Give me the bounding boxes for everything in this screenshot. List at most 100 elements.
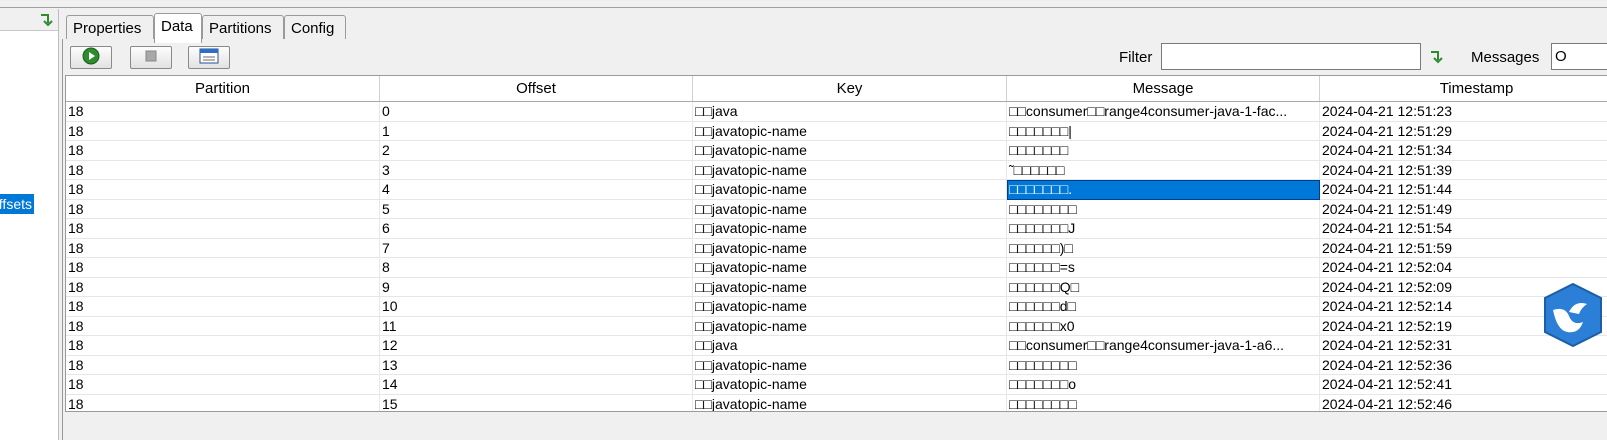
cell-message[interactable]: □□□□□□□o xyxy=(1007,375,1320,395)
cell-key[interactable]: □□javatopic-name xyxy=(693,219,1007,239)
cell-message[interactable]: □□□□□□□. xyxy=(1007,180,1320,200)
cell-key[interactable]: □□javatopic-name xyxy=(693,141,1007,161)
tab-config[interactable]: Config xyxy=(284,15,346,41)
cell-timestamp[interactable]: 2024-04-21 12:51:49 xyxy=(1320,200,1607,220)
cell-partition[interactable]: 18 xyxy=(66,277,380,297)
cell-offset[interactable]: 0 xyxy=(380,102,693,122)
table-row[interactable]: 18 5 □□javatopic-name □□□□□□□□ 2024-04-21 12… xyxy=(66,199,1607,220)
table-row[interactable]: 18 4 □□javatopic-name □□□□□□□. 2024-04-21 12… xyxy=(66,180,1607,200)
cell-offset[interactable]: 11 xyxy=(380,316,693,336)
cell-partition[interactable]: 18 xyxy=(66,199,380,219)
cell-partition[interactable]: 18 xyxy=(66,258,380,278)
table-row[interactable]: 18 15 □□javatopic-name □□□□□□□□ 2024-04-21 1… xyxy=(66,394,1607,412)
cell-timestamp[interactable]: 2024-04-21 12:51:29 xyxy=(1320,122,1607,142)
cell-message[interactable]: □□□□□□d□ xyxy=(1007,297,1320,317)
cell-offset[interactable]: 5 xyxy=(380,199,693,219)
cell-offset[interactable]: 6 xyxy=(380,219,693,239)
table-row[interactable]: 18 3 □□javatopic-name ˜□□□□□□ 2024-04-21 12:… xyxy=(66,160,1607,181)
cell-key[interactable]: □□javatopic-name xyxy=(693,277,1007,297)
table-row[interactable]: 18 7 □□javatopic-name □□□□□□)□ 2024-04-21 12… xyxy=(66,238,1607,259)
cell-message[interactable]: □□□□□□□ xyxy=(1007,141,1320,161)
cell-key[interactable]: □□javatopic-name xyxy=(693,297,1007,317)
cell-offset[interactable]: 1 xyxy=(380,121,693,141)
start-button[interactable] xyxy=(70,46,112,69)
cell-timestamp[interactable]: 2024-04-21 12:52:46 xyxy=(1320,395,1607,412)
tree-item-offsets[interactable]: Offsets xyxy=(0,194,34,214)
cell-key[interactable]: □□javatopic-name xyxy=(693,375,1007,395)
stop-button[interactable] xyxy=(130,46,172,69)
cell-key[interactable]: □□javatopic-name xyxy=(693,258,1007,278)
view-window-button[interactable] xyxy=(188,46,230,69)
refresh-arrow-icon[interactable] xyxy=(38,12,54,28)
cell-partition[interactable]: 18 xyxy=(66,102,380,122)
table-row[interactable]: 18 13 □□javatopic-name □□□□□□□□ 2024-04-21 1… xyxy=(66,355,1607,376)
cell-message[interactable]: □□□□□□□□ xyxy=(1007,355,1320,375)
table-row[interactable]: 18 6 □□javatopic-name □□□□□□□J 2024-04-21 12… xyxy=(66,219,1607,239)
cell-timestamp[interactable]: 2024-04-21 12:51:34 xyxy=(1320,141,1607,161)
cell-message[interactable]: □□□□□□Q□ xyxy=(1007,277,1320,297)
cell-key[interactable]: □□javatopic-name xyxy=(693,316,1007,336)
cell-timestamp[interactable]: 2024-04-21 12:52:41 xyxy=(1320,375,1607,395)
cell-partition[interactable]: 18 xyxy=(66,219,380,239)
cell-key[interactable]: □□javatopic-name xyxy=(693,355,1007,375)
cell-offset[interactable]: 2 xyxy=(380,141,693,161)
cell-offset[interactable]: 10 xyxy=(380,297,693,317)
table-row[interactable]: 18 0 □□java □□consumer□□range4consumer-java… xyxy=(66,102,1607,122)
cell-offset[interactable]: 15 xyxy=(380,394,693,411)
table-row[interactable]: 18 9 □□javatopic-name □□□□□□Q□ 2024-04-21 12… xyxy=(66,277,1607,297)
cell-offset[interactable]: 14 xyxy=(380,375,693,395)
cell-message[interactable]: □□□□□□x0 xyxy=(1007,316,1320,336)
table-row[interactable]: 18 2 □□javatopic-name □□□□□□□ 2024-04-21 12:… xyxy=(66,141,1607,161)
cell-timestamp[interactable]: 2024-04-21 12:51:54 xyxy=(1320,219,1607,239)
cell-key[interactable]: □□javatopic-name xyxy=(693,180,1007,200)
cell-offset[interactable]: 9 xyxy=(380,277,693,297)
cell-partition[interactable]: 18 xyxy=(66,297,380,317)
table-row[interactable]: 18 11 □□javatopic-name □□□□□□x0 2024-04-21 1… xyxy=(66,316,1607,336)
cell-key[interactable]: □□javatopic-name xyxy=(693,160,1007,180)
cell-key[interactable]: □□javatopic-name xyxy=(693,238,1007,258)
cell-offset[interactable]: 8 xyxy=(380,258,693,278)
cell-key[interactable]: □□javatopic-name xyxy=(693,199,1007,219)
cell-message[interactable]: □□□□□□□J xyxy=(1007,219,1320,239)
bird-badge-icon[interactable] xyxy=(1539,282,1607,348)
cell-timestamp[interactable]: 2024-04-21 12:51:23 xyxy=(1320,102,1607,122)
messages-select[interactable]: O xyxy=(1551,43,1607,70)
cell-partition[interactable]: 18 xyxy=(66,121,380,141)
cell-partition[interactable]: 18 xyxy=(66,160,380,180)
column-header-offset[interactable]: Offset xyxy=(380,76,693,101)
cell-message[interactable]: □□□□□□=s xyxy=(1007,258,1320,278)
cell-offset[interactable]: 3 xyxy=(380,160,693,180)
cell-offset[interactable]: 12 xyxy=(380,336,693,356)
cell-timestamp[interactable]: 2024-04-21 12:51:44 xyxy=(1320,180,1607,200)
cell-offset[interactable]: 13 xyxy=(380,355,693,375)
cell-offset[interactable]: 4 xyxy=(380,180,693,200)
filter-input[interactable] xyxy=(1161,43,1421,70)
cell-partition[interactable]: 18 xyxy=(66,141,380,161)
cell-partition[interactable]: 18 xyxy=(66,355,380,375)
table-row[interactable]: 18 8 □□javatopic-name □□□□□□=s 2024-04-21 12… xyxy=(66,258,1607,278)
cell-message[interactable]: □□consumer□□range4consumer-java-1-fac... xyxy=(1007,102,1320,122)
cell-key[interactable]: □□javatopic-name xyxy=(693,121,1007,141)
cell-timestamp[interactable]: 2024-04-21 12:51:39 xyxy=(1320,161,1607,181)
cell-timestamp[interactable]: 2024-04-21 12:52:36 xyxy=(1320,356,1607,376)
column-header-key[interactable]: Key xyxy=(693,76,1007,101)
cell-partition[interactable]: 18 xyxy=(66,336,380,356)
cell-message[interactable]: ˜□□□□□□ xyxy=(1007,160,1320,180)
cell-message[interactable]: □□□□□□□□ xyxy=(1007,199,1320,219)
cell-partition[interactable]: 18 xyxy=(66,238,380,258)
cell-key[interactable]: □□javatopic-name xyxy=(693,394,1007,411)
cell-timestamp[interactable]: 2024-04-21 12:51:59 xyxy=(1320,239,1607,259)
cell-offset[interactable]: 7 xyxy=(380,238,693,258)
table-row[interactable]: 18 1 □□javatopic-name □□□□□□□| 2024-04-21 12… xyxy=(66,121,1607,142)
table-row[interactable]: 18 10 □□javatopic-name □□□□□□d□ 2024-04-21 1… xyxy=(66,297,1607,317)
filter-arrow-icon[interactable] xyxy=(1428,49,1444,65)
tab-partitions[interactable]: Partitions xyxy=(202,15,284,41)
cell-key[interactable]: □□java xyxy=(693,102,1007,122)
column-header-partition[interactable]: Partition xyxy=(66,76,380,101)
cell-partition[interactable]: 18 xyxy=(66,316,380,336)
cell-message[interactable]: □□□□□□□| xyxy=(1007,121,1320,141)
cell-partition[interactable]: 18 xyxy=(66,394,380,411)
table-row[interactable]: 18 14 □□javatopic-name □□□□□□□o 2024-04-21 1… xyxy=(66,375,1607,395)
topic-tree-panel[interactable]: Offsets xyxy=(0,9,59,440)
tab-properties[interactable]: Properties xyxy=(66,15,154,41)
